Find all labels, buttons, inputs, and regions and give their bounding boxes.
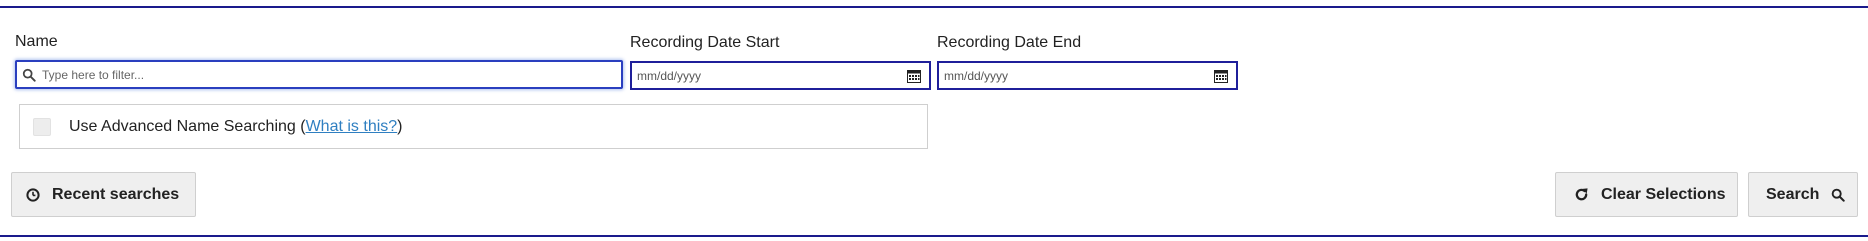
advanced-name-search-text: Use Advanced Name Searching ( (69, 117, 306, 135)
recent-searches-label: Recent searches (52, 185, 180, 203)
search-icon (22, 68, 36, 82)
advanced-name-search-checkbox[interactable] (33, 117, 51, 136)
recording-date-end-label: Recording Date End (937, 34, 1082, 51)
recording-date-end-input[interactable] (944, 68, 1214, 83)
recording-date-start-field[interactable] (630, 61, 931, 90)
search-button[interactable]: Search (1748, 172, 1858, 217)
top-divider (0, 6, 1868, 8)
name-filter-field[interactable] (15, 60, 623, 89)
calendar-icon[interactable] (907, 69, 921, 83)
recording-date-end-field[interactable] (937, 61, 1238, 90)
search-button-label: Search (1766, 185, 1820, 203)
clear-selections-button[interactable]: Clear Selections (1555, 172, 1738, 217)
name-filter-input[interactable] (42, 67, 621, 82)
bottom-divider (0, 235, 1868, 237)
refresh-icon (1575, 188, 1588, 201)
recent-searches-button[interactable]: Recent searches (11, 172, 196, 217)
search-icon (1832, 188, 1846, 202)
advanced-name-search-label: Use Advanced Name Searching (What is thi… (69, 118, 403, 136)
search-filter-panel: Name Recording Date Start Recording Date… (0, 0, 1868, 241)
advanced-name-search-panel: Use Advanced Name Searching (What is thi… (19, 104, 928, 149)
recording-date-start-label: Recording Date Start (630, 34, 780, 51)
clock-icon (26, 187, 40, 202)
calendar-icon[interactable] (1214, 69, 1228, 83)
clear-selections-label: Clear Selections (1601, 185, 1726, 203)
what-is-this-link[interactable]: What is this? (306, 118, 398, 135)
name-label: Name (15, 33, 58, 50)
recording-date-start-input[interactable] (637, 68, 907, 83)
advanced-name-search-suffix: ) (397, 117, 403, 135)
